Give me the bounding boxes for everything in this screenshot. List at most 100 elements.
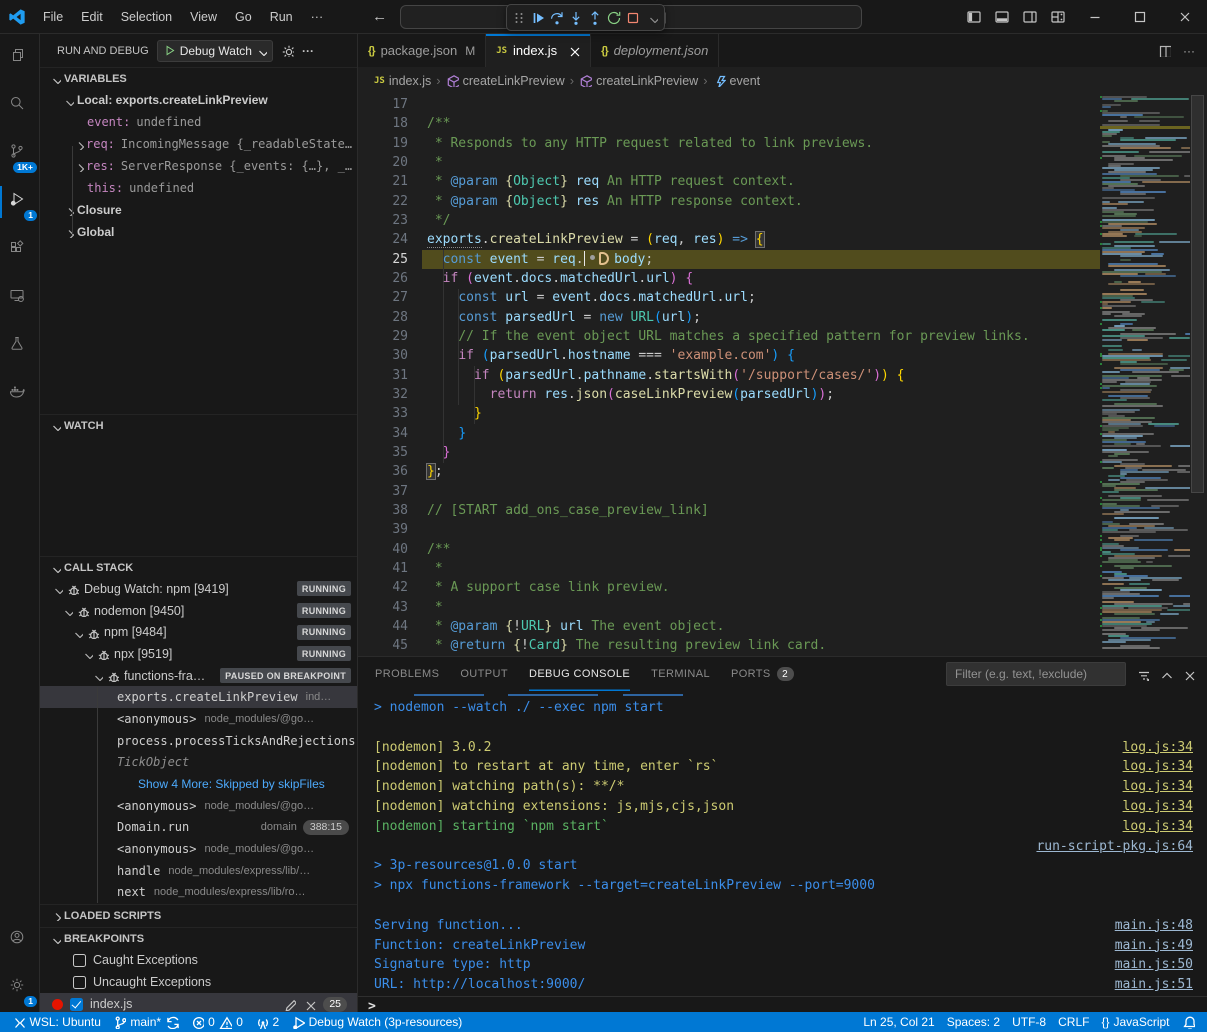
breakpoints-section-header[interactable]: BREAKPOINTS bbox=[40, 927, 357, 949]
status-problems[interactable]: 00 bbox=[185, 1012, 249, 1032]
checkbox[interactable] bbox=[70, 998, 83, 1011]
toggle-secondary-sidebar-icon[interactable] bbox=[1016, 0, 1044, 34]
activity-explorer[interactable] bbox=[0, 34, 40, 82]
minimap[interactable] bbox=[1100, 94, 1190, 656]
callstack-frame[interactable]: nextnode_modules/express/lib/ro… bbox=[40, 882, 357, 904]
status-encoding[interactable]: UTF-8 bbox=[1006, 1012, 1052, 1032]
line-number[interactable]: 19 bbox=[358, 134, 420, 153]
menu-moremoremore[interactable]: ··· bbox=[302, 7, 333, 27]
scope-closure[interactable]: Closure bbox=[40, 199, 357, 221]
line-number[interactable]: 21 bbox=[358, 172, 420, 191]
callstack-frame[interactable]: TickObject bbox=[40, 752, 357, 774]
line-number[interactable]: 22 bbox=[358, 192, 420, 211]
variables-scope-row[interactable]: Local: exports.createLinkPreview bbox=[40, 89, 357, 111]
toggle-panel-icon[interactable] bbox=[988, 0, 1016, 34]
callstack-frame[interactable]: handlenode_modules/express/lib/… bbox=[40, 860, 357, 882]
panel-tab-problems[interactable]: PROBLEMS bbox=[375, 657, 439, 691]
source-link[interactable]: log.js:34 bbox=[1123, 817, 1193, 837]
line-number[interactable]: 43 bbox=[358, 598, 420, 617]
activity-run-and-debug[interactable]: 1 bbox=[0, 178, 40, 226]
panel-tab-output[interactable]: OUTPUT bbox=[460, 657, 508, 691]
line-number[interactable]: 38 bbox=[358, 501, 420, 520]
callstack-session[interactable]: Debug Watch: npm [9419]RUNNING bbox=[40, 578, 357, 600]
status-cursor-position[interactable]: Ln 25, Col 21 bbox=[857, 1012, 940, 1032]
source-link[interactable]: main.js:49 bbox=[1115, 936, 1193, 956]
call-stack-section-header[interactable]: CALL STACK bbox=[40, 556, 357, 578]
line-number[interactable]: 33 bbox=[358, 404, 420, 423]
close-panel-icon[interactable] bbox=[1182, 668, 1195, 681]
line-number[interactable]: 35 bbox=[358, 443, 420, 462]
line-number[interactable]: 30 bbox=[358, 346, 420, 365]
line-number[interactable]: 31 bbox=[358, 366, 420, 385]
panel-tab-terminal[interactable]: TERMINAL bbox=[651, 657, 710, 691]
line-number[interactable]: 17 bbox=[358, 95, 420, 114]
nav-back-icon[interactable]: ← bbox=[372, 8, 387, 25]
variable-row[interactable]: event:undefined bbox=[40, 111, 357, 133]
activity-extensions[interactable] bbox=[0, 226, 40, 274]
checkbox[interactable] bbox=[73, 954, 86, 967]
console-filter-input[interactable] bbox=[946, 662, 1126, 686]
debug-settings-gear-icon[interactable] bbox=[281, 44, 294, 57]
status-git-branch[interactable]: main* bbox=[107, 1012, 185, 1032]
minimize-button[interactable] bbox=[1072, 0, 1117, 34]
filter-icon[interactable] bbox=[1136, 668, 1149, 681]
callstack-session[interactable]: npx [9519]RUNNING bbox=[40, 643, 357, 665]
line-number[interactable]: 42 bbox=[358, 578, 420, 597]
callstack-session[interactable]: npm [9484]RUNNING bbox=[40, 621, 357, 643]
variable-row[interactable]: res:ServerResponse {_events: {…}, _e… bbox=[40, 155, 357, 177]
status-eol-sequence[interactable]: CRLF bbox=[1052, 1012, 1095, 1032]
callstack-frame[interactable]: process.processTicksAndRejections bbox=[40, 730, 357, 752]
callstack-show-more-link[interactable]: Show 4 More: Skipped by skipFiles bbox=[40, 773, 357, 795]
scope-global[interactable]: Global bbox=[40, 221, 357, 243]
code-editor[interactable]: 1718192021222324252627282930313233343536… bbox=[358, 94, 1207, 656]
line-number[interactable]: 37 bbox=[358, 482, 420, 501]
watch-section-header[interactable]: WATCH bbox=[40, 414, 357, 436]
loaded-scripts-header[interactable]: LOADED SCRIPTS bbox=[40, 904, 357, 926]
launch-config-dropdown[interactable]: Debug Watch bbox=[157, 40, 273, 62]
line-number[interactable]: 23 bbox=[358, 211, 420, 230]
panel-tab-debug-console[interactable]: DEBUG CONSOLE bbox=[529, 657, 630, 691]
callstack-frame[interactable]: <anonymous>node_modules/@go… bbox=[40, 838, 357, 860]
breakpoint-row[interactable]: index.js25 bbox=[40, 993, 357, 1012]
callstack-frame[interactable]: exports.createLinkPreviewind… bbox=[40, 686, 357, 708]
menu-view[interactable]: View bbox=[181, 7, 226, 27]
breadcrumb-item-createLinkPreview[interactable]: createLinkPreview bbox=[446, 74, 565, 88]
split-editor-icon[interactable] bbox=[1158, 44, 1171, 57]
status-language-mode[interactable]: {}JavaScript bbox=[1095, 1012, 1175, 1032]
status-ports-forwarded[interactable]: 2 bbox=[249, 1012, 285, 1032]
source-link[interactable]: main.js:51 bbox=[1115, 975, 1193, 995]
line-number[interactable]: 28 bbox=[358, 308, 420, 327]
edit-breakpoint-icon[interactable] bbox=[283, 998, 296, 1011]
variable-row[interactable]: this:undefined bbox=[40, 177, 357, 199]
source-link[interactable]: log.js:34 bbox=[1123, 777, 1193, 797]
toggle-primary-sidebar-icon[interactable] bbox=[960, 0, 988, 34]
checkbox[interactable] bbox=[73, 976, 86, 989]
line-number[interactable]: 18 bbox=[358, 114, 420, 133]
customize-layout-icon[interactable] bbox=[1044, 0, 1072, 34]
line-number[interactable]: 27 bbox=[358, 288, 420, 307]
callstack-frame[interactable]: <anonymous>node_modules/@go… bbox=[40, 708, 357, 730]
debug-toolbar-more[interactable] bbox=[643, 7, 661, 29]
restart-button[interactable] bbox=[605, 7, 623, 29]
activity-settings-gear[interactable]: 1 bbox=[0, 964, 40, 1012]
panel-tab-ports[interactable]: PORTS2 bbox=[731, 657, 794, 691]
variable-row[interactable]: req:IncomingMessage {_readableState:… bbox=[40, 133, 357, 155]
status-debug-session[interactable]: Debug Watch (3p-resources) bbox=[285, 1012, 468, 1032]
status-remote-indicator[interactable]: WSL: Ubuntu bbox=[6, 1012, 107, 1032]
status-notifications[interactable] bbox=[1176, 1012, 1202, 1032]
close-window-button[interactable] bbox=[1162, 0, 1207, 34]
editor-more-actions-icon[interactable]: ··· bbox=[1183, 44, 1195, 58]
callstack-session[interactable]: functions-fra…PAUSED ON BREAKPOINT bbox=[40, 665, 357, 687]
line-number[interactable]: 36 bbox=[358, 462, 420, 481]
line-number[interactable]: 25 bbox=[358, 250, 420, 269]
source-link[interactable]: log.js:34 bbox=[1123, 757, 1193, 777]
breadcrumb-item-event[interactable]: event bbox=[713, 74, 761, 88]
maximize-button[interactable] bbox=[1117, 0, 1162, 34]
breakpoint-exception-row[interactable]: Caught Exceptions bbox=[40, 949, 357, 971]
sidebar-more-actions-icon[interactable]: ··· bbox=[302, 44, 314, 58]
line-number[interactable]: 40 bbox=[358, 540, 420, 559]
source-link[interactable]: run-script-pkg.js:64 bbox=[1036, 837, 1193, 857]
source-link[interactable]: log.js:34 bbox=[1123, 797, 1193, 817]
status-indentation[interactable]: Spaces: 2 bbox=[941, 1012, 1006, 1032]
stop-button[interactable] bbox=[624, 7, 642, 29]
